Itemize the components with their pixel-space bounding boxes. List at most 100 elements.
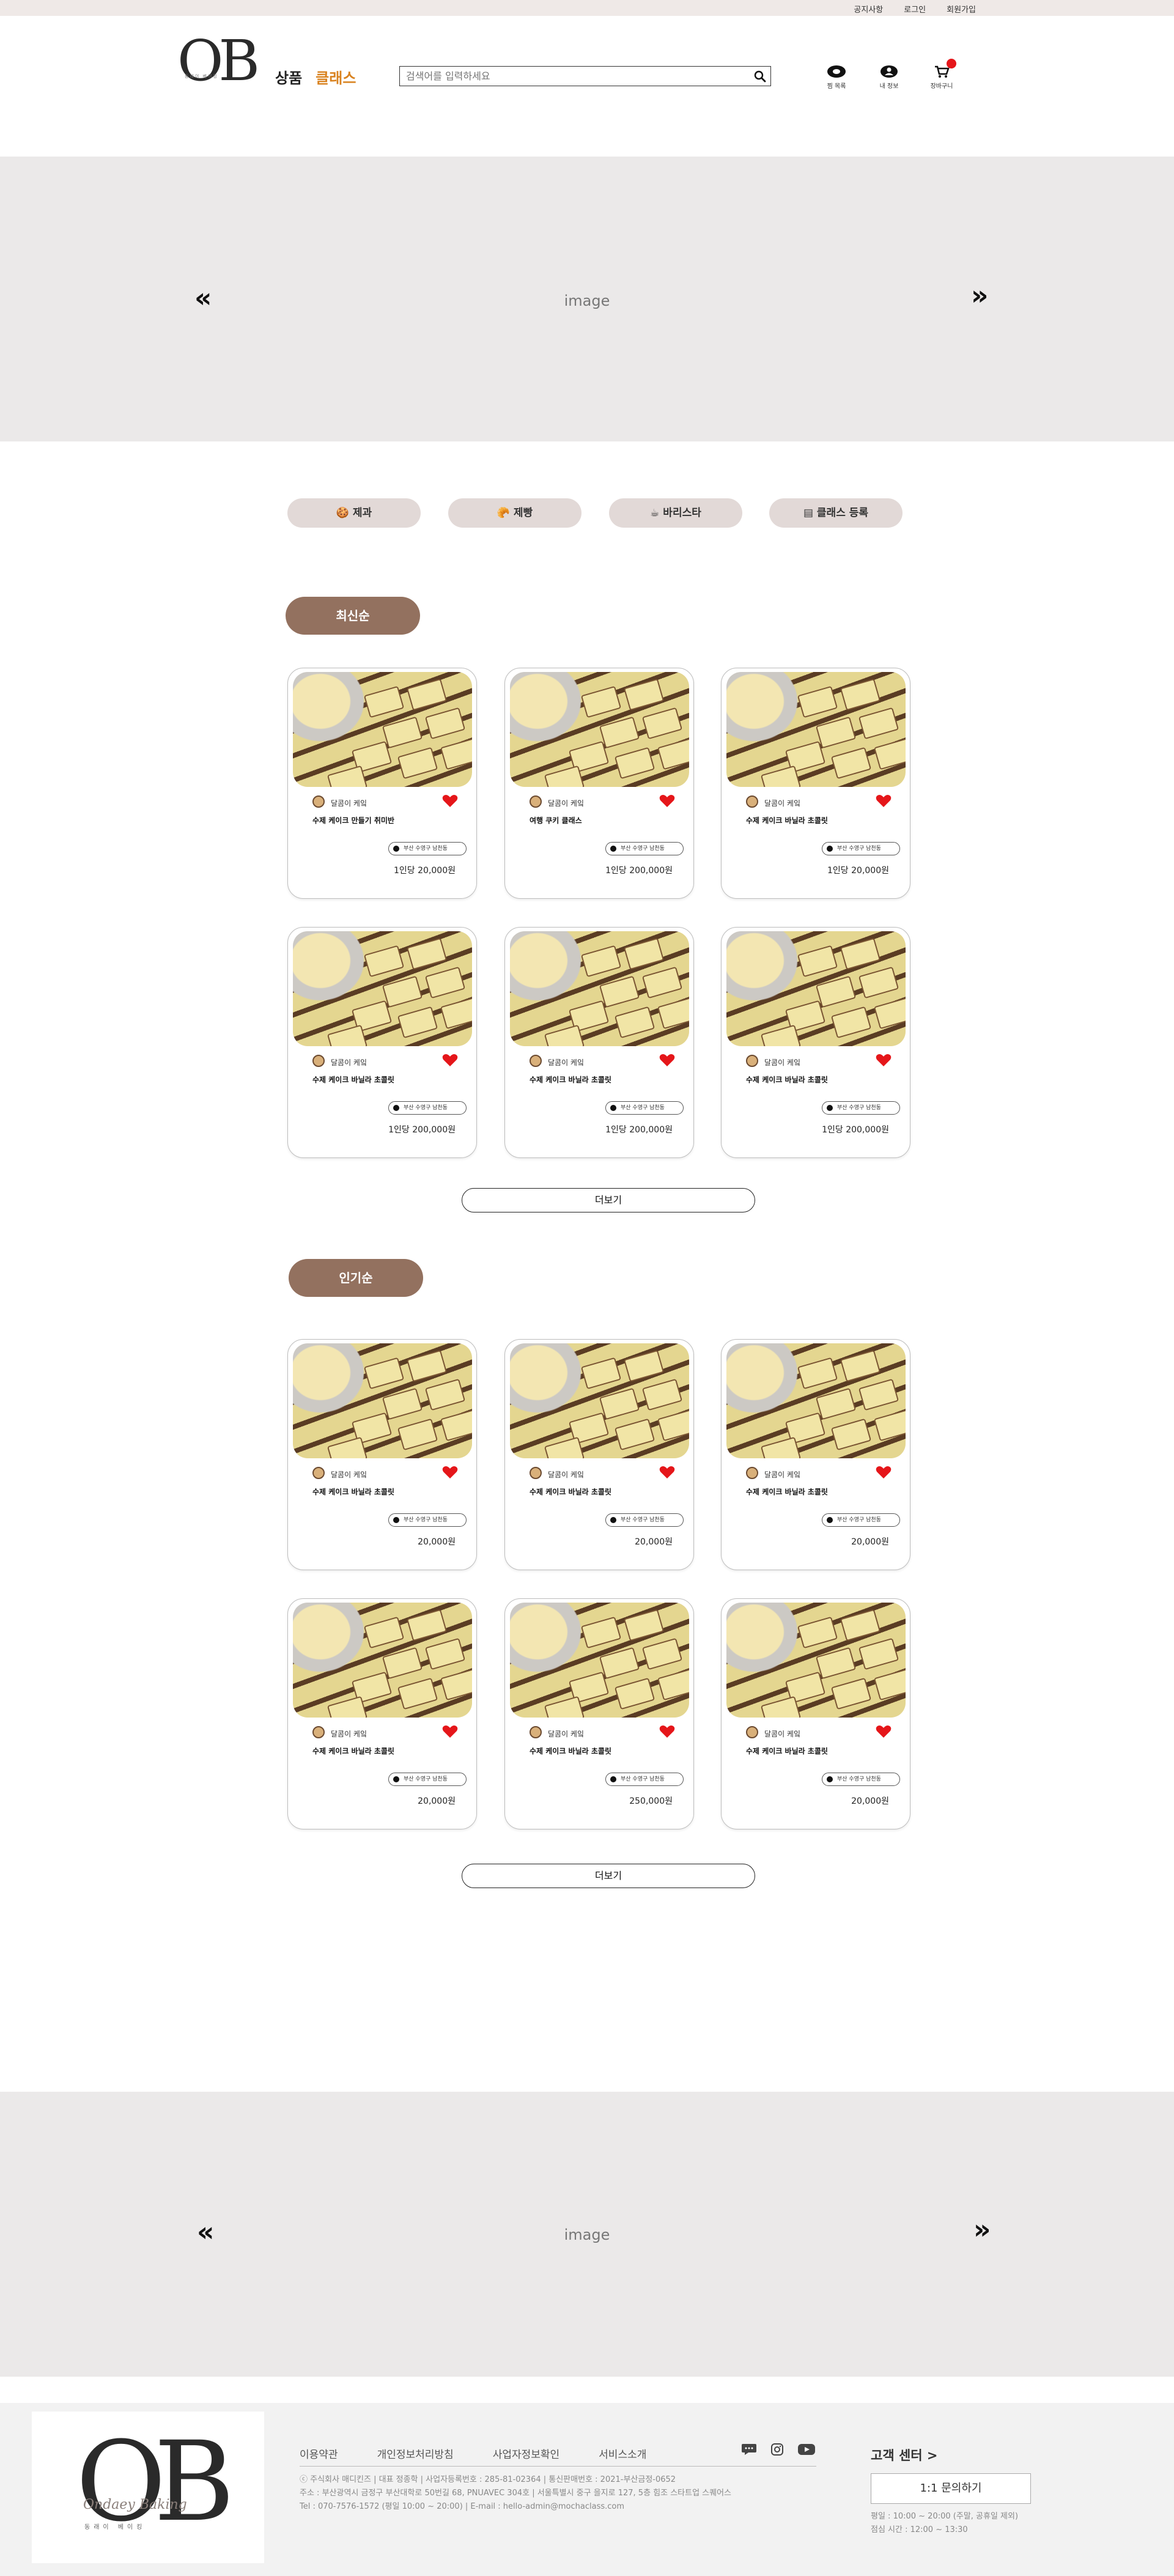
- class-card[interactable]: 달콤이 케잌 수제 케이크 바닐라 초콜릿 부산 수영구 남천동 20,000원: [504, 1339, 694, 1570]
- cart-label: 장바구니: [930, 83, 953, 90]
- cart-button[interactable]: 장바구니: [925, 59, 959, 90]
- class-card[interactable]: 달콤이 케잌 수제 케이크 바닐라 초콜릿 부산 수영구 남천동 20,000원: [721, 1339, 910, 1570]
- site-logo[interactable]: OB 동래이 베이킹: [177, 31, 260, 98]
- location-text: 부산 수영구 남천동: [404, 846, 448, 852]
- class-photo[interactable]: [293, 672, 472, 787]
- class-card[interactable]: 달콤이 케잌 수제 케이크 바닐라 초콜릿 부산 수영구 남천동 250,000원: [504, 1598, 694, 1829]
- class-photo[interactable]: [293, 1343, 472, 1458]
- shortbread-tile: [623, 678, 665, 711]
- class-photo[interactable]: [293, 931, 472, 1046]
- class-photo[interactable]: [726, 931, 906, 1046]
- search-input[interactable]: [400, 67, 742, 85]
- shortbread-tile: [858, 1378, 899, 1411]
- class-title[interactable]: 수제 케이크 바닐라 초콜릿: [312, 1746, 394, 1756]
- wishlist-button[interactable]: 찜 목록: [819, 65, 854, 90]
- location-text: 부산 수영구 남천동: [837, 1105, 881, 1111]
- class-title[interactable]: 수제 케이크 바닐라 초콜릿: [746, 1746, 828, 1756]
- class-title[interactable]: 수제 케이크 바닐라 초콜릿: [530, 1486, 611, 1497]
- class-photo[interactable]: [726, 1343, 906, 1458]
- heart-icon[interactable]: [442, 1466, 458, 1479]
- class-photo[interactable]: [726, 672, 906, 787]
- class-title[interactable]: 수제 케이크 바닐라 초콜릿: [746, 1074, 828, 1085]
- class-photo[interactable]: [726, 1603, 906, 1718]
- class-photo[interactable]: [510, 672, 689, 787]
- shortbread-tile: [614, 1418, 655, 1451]
- class-title[interactable]: 수제 케이크 바닐라 초콜릿: [746, 1486, 828, 1497]
- heart-icon[interactable]: [876, 1054, 892, 1067]
- popular-more-button[interactable]: 더보기: [462, 1864, 755, 1888]
- class-title[interactable]: 수제 케이크 바닐라 초콜릿: [312, 1486, 394, 1497]
- heart-icon[interactable]: [659, 794, 675, 808]
- heart-icon[interactable]: [442, 1054, 458, 1067]
- shortbread-tile: [580, 685, 622, 718]
- inquiry-button[interactable]: 1:1 문의하기: [871, 2473, 1031, 2504]
- class-card[interactable]: 달콤이 케잌 수제 케이크 바닐라 초콜릿 부산 수영구 남천동 1인당 20,000…: [721, 668, 910, 899]
- category-chip-class-register[interactable]: ▤ 클래스 등록: [769, 498, 903, 528]
- class-price: 1인당 200,000원: [388, 1125, 456, 1135]
- shortbread-tile: [440, 737, 472, 770]
- heart-icon[interactable]: [442, 794, 458, 808]
- footer-link-business-info[interactable]: 사업자정보확인: [493, 2446, 559, 2461]
- login-link[interactable]: 로그인: [904, 3, 926, 15]
- class-title[interactable]: 여행 쿠키 클래스: [530, 815, 582, 825]
- shortbread-tile: [580, 1616, 622, 1649]
- heart-icon[interactable]: [659, 1466, 675, 1479]
- category-chip-barista[interactable]: ☕ 바리스타: [609, 498, 742, 528]
- category-chip-baking[interactable]: 🍪 제과: [287, 498, 421, 528]
- sort-popular-button[interactable]: 인기순: [289, 1259, 423, 1297]
- nav-class[interactable]: 클래스: [316, 66, 356, 87]
- heart-icon[interactable]: [876, 1466, 892, 1479]
- signup-link[interactable]: 회원가입: [947, 3, 976, 15]
- class-card[interactable]: 달콤이 케잌 여행 쿠키 클래스 부산 수영구 남천동 1인당 200,000원: [504, 668, 694, 899]
- shortbread-tile: [424, 1637, 466, 1670]
- shortbread-tile: [840, 937, 881, 970]
- class-title[interactable]: 수제 케이크 바닐라 초콜릿: [746, 815, 828, 825]
- shop-avatar-icon: [746, 1467, 758, 1479]
- class-photo[interactable]: [293, 1603, 472, 1718]
- footer-link-terms[interactable]: 이용약관: [300, 2446, 338, 2461]
- class-photo[interactable]: [510, 1603, 689, 1718]
- banner-next-button[interactable]: »: [971, 282, 988, 309]
- class-title[interactable]: 수제 케이크 만들기 취미반: [312, 815, 394, 825]
- class-card[interactable]: 달콤이 케잌 수제 케이크 바닐라 초콜릿 부산 수영구 남천동 20,000원: [287, 1598, 477, 1829]
- class-title[interactable]: 수제 케이크 바닐라 초콜릿: [530, 1074, 611, 1085]
- bottom-banner-next-button[interactable]: »: [973, 2216, 991, 2243]
- notice-link[interactable]: 공지사항: [854, 3, 883, 15]
- site-header: OB 동래이 베이킹 상품 클래스 찜 목록 내 정보: [0, 16, 1174, 157]
- footer-link-service[interactable]: 서비스소개: [599, 2446, 646, 2461]
- class-card[interactable]: 달콤이 케잌 수제 케이크 만들기 취미반 부산 수영구 남천동 1인당 20,000…: [287, 668, 477, 899]
- class-photo[interactable]: [510, 931, 689, 1046]
- heart-icon[interactable]: [876, 794, 892, 808]
- heart-icon[interactable]: [442, 1725, 458, 1738]
- heart-icon[interactable]: [659, 1725, 675, 1738]
- class-card[interactable]: 달콤이 케잌 수제 케이크 바닐라 초콜릿 부산 수영구 남천동 1인당 200,00…: [721, 927, 910, 1158]
- sort-latest-button[interactable]: 최신순: [286, 597, 420, 635]
- class-title[interactable]: 수제 케이크 바닐라 초콜릿: [530, 1746, 611, 1756]
- latest-more-button[interactable]: 더보기: [462, 1188, 755, 1212]
- class-card[interactable]: 달콤이 케잌 수제 케이크 바닐라 초콜릿 부산 수영구 남천동 1인당 200,00…: [504, 927, 694, 1158]
- heart-icon[interactable]: [659, 1054, 675, 1067]
- location-text: 부산 수영구 남천동: [837, 846, 881, 852]
- search-icon[interactable]: [753, 70, 767, 83]
- customer-center-link[interactable]: 고객 센터 >: [871, 2446, 938, 2464]
- site-footer: OB Ondaey Baking 동래이 베이킹 이용약관 개인정보처리방침 사…: [0, 2403, 1174, 2576]
- youtube-icon[interactable]: [797, 2443, 816, 2456]
- class-photo[interactable]: [510, 1343, 689, 1458]
- instagram-icon[interactable]: [770, 2443, 784, 2456]
- heart-icon[interactable]: [876, 1725, 892, 1738]
- shortbread-tile: [760, 1024, 802, 1046]
- myinfo-button[interactable]: 내 정보: [872, 65, 906, 90]
- class-card[interactable]: 달콤이 케잌 수제 케이크 바닐라 초콜릿 부산 수영구 남천동 20,000원: [721, 1598, 910, 1829]
- class-card[interactable]: 달콤이 케잌 수제 케이크 바닐라 초콜릿 부산 수영구 남천동 20,000원: [287, 1339, 477, 1570]
- shortbread-tile: [363, 1357, 405, 1390]
- class-card[interactable]: 달콤이 케잌 수제 케이크 바닐라 초콜릿 부산 수영구 남천동 1인당 200,00…: [287, 927, 477, 1158]
- nav-product[interactable]: 상품: [275, 66, 302, 87]
- class-price: 20,000원: [418, 1796, 456, 1806]
- footer-link-privacy[interactable]: 개인정보처리방침: [377, 2446, 454, 2461]
- shop-avatar-icon: [530, 1055, 542, 1067]
- category-chip-bread[interactable]: 🥐 제빵: [448, 498, 581, 528]
- class-title[interactable]: 수제 케이크 바닐라 초콜릿: [312, 1074, 394, 1085]
- chat-icon[interactable]: [741, 2443, 757, 2456]
- shortbread-tile: [363, 945, 405, 978]
- header-icons: 찜 목록 내 정보 장바구니: [819, 59, 959, 90]
